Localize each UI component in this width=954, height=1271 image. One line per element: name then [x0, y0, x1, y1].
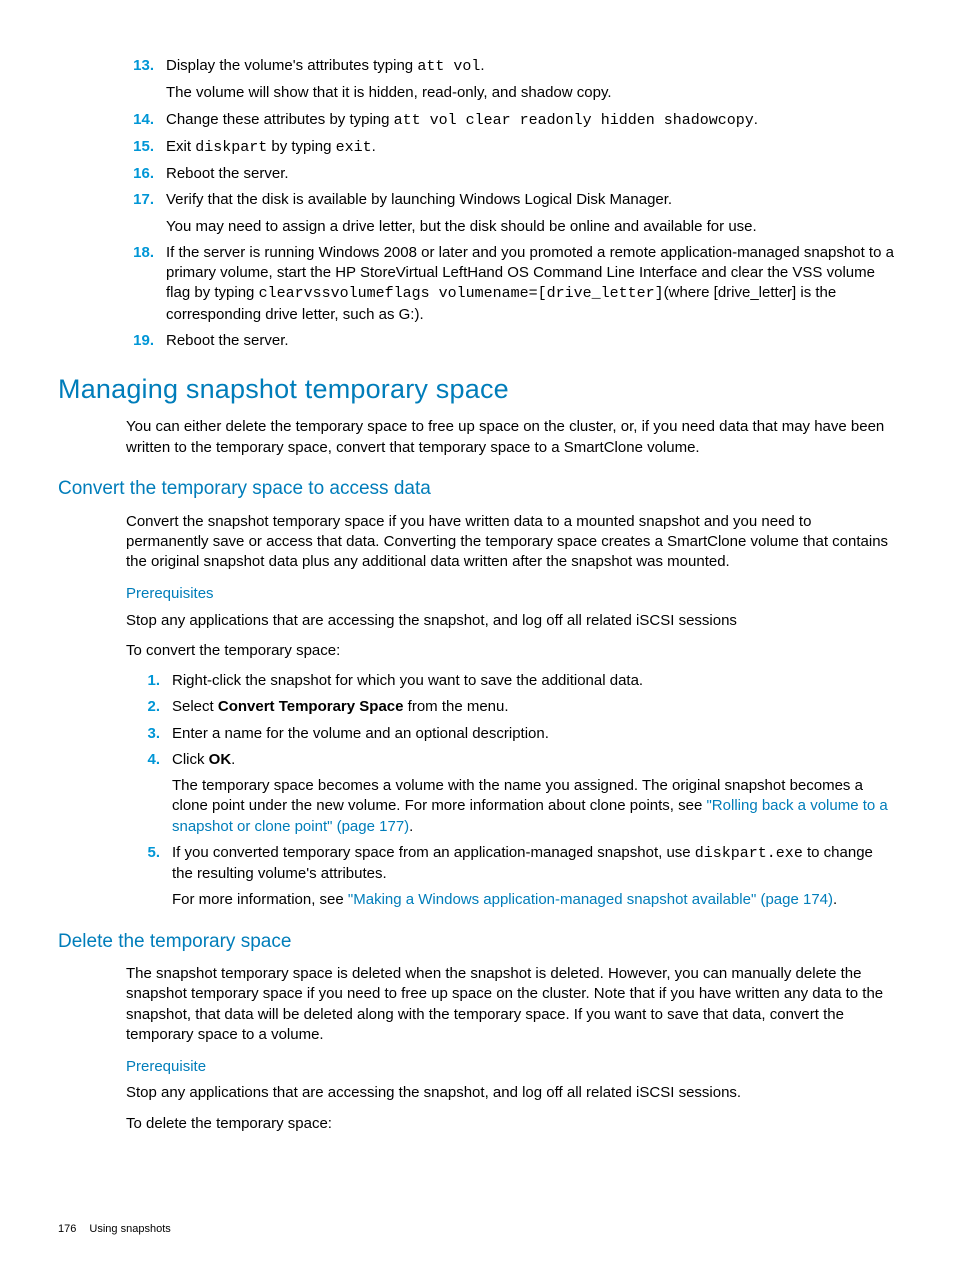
list-text: Verify that the disk is available by lau…: [166, 190, 896, 237]
list-item: 5.If you converted temporary space from …: [126, 843, 896, 911]
page: 13.Display the volume's attributes typin…: [0, 0, 954, 1271]
para-convert: Convert the snapshot temporary space if …: [126, 512, 896, 573]
list-text: Display the volume's attributes typing a…: [166, 56, 896, 104]
footer-chapter: Using snapshots: [89, 1223, 170, 1235]
para-delete: The snapshot temporary space is deleted …: [126, 964, 896, 1045]
list-item: 18.If the server is running Windows 2008…: [126, 243, 896, 325]
list-text: If the server is running Windows 2008 or…: [166, 243, 896, 325]
list-text: Reboot the server.: [166, 164, 896, 184]
heading-delete: Delete the temporary space: [58, 929, 896, 955]
list-number: 18.: [126, 243, 166, 325]
list-number: 2.: [126, 697, 172, 717]
list-number: 1.: [126, 671, 172, 691]
list-item: 14.Change these attributes by typing att…: [126, 110, 896, 131]
heading-prerequisites-1: Prerequisites: [126, 584, 896, 604]
list-item: 19.Reboot the server.: [126, 331, 896, 351]
list-item: 17.Verify that the disk is available by …: [126, 190, 896, 237]
ordered-list-2: 1.Right-click the snapshot for which you…: [58, 671, 896, 911]
list-item: 4.Click OK.The temporary space becomes a…: [126, 750, 896, 837]
ordered-list-1: 13.Display the volume's attributes typin…: [58, 56, 896, 351]
para-prereq1: Stop any applications that are accessing…: [126, 611, 896, 631]
list-number: 4.: [126, 750, 172, 837]
page-footer: 176 Using snapshots: [58, 1222, 171, 1237]
list-text: Change these attributes by typing att vo…: [166, 110, 896, 131]
list-number: 3.: [126, 724, 172, 744]
list-number: 17.: [126, 190, 166, 237]
list-item: 15.Exit diskpart by typing exit.: [126, 137, 896, 158]
heading-managing: Managing snapshot temporary space: [58, 371, 896, 407]
para-todelete: To delete the temporary space:: [126, 1114, 896, 1134]
para-managing: You can either delete the temporary spac…: [126, 417, 896, 458]
list-item: 16.Reboot the server.: [126, 164, 896, 184]
list-text: If you converted temporary space from an…: [172, 843, 896, 911]
list-number: 16.: [126, 164, 166, 184]
list-item: 3.Enter a name for the volume and an opt…: [126, 724, 896, 744]
list-text: Exit diskpart by typing exit.: [166, 137, 896, 158]
list-text: Enter a name for the volume and an optio…: [172, 724, 896, 744]
list-number: 13.: [126, 56, 166, 104]
heading-prerequisite-2: Prerequisite: [126, 1057, 896, 1077]
list-text: Right-click the snapshot for which you w…: [172, 671, 896, 691]
list-number: 19.: [126, 331, 166, 351]
page-number: 176: [58, 1223, 76, 1235]
heading-convert: Convert the temporary space to access da…: [58, 476, 896, 502]
list-number: 15.: [126, 137, 166, 158]
para-prereq2: Stop any applications that are accessing…: [126, 1083, 896, 1103]
list-item: 2.Select Convert Temporary Space from th…: [126, 697, 896, 717]
cross-reference-link[interactable]: "Making a Windows application-managed sn…: [348, 891, 833, 908]
list-item: 1.Right-click the snapshot for which you…: [126, 671, 896, 691]
list-text: Select Convert Temporary Space from the …: [172, 697, 896, 717]
list-text: Click OK.The temporary space becomes a v…: [172, 750, 896, 837]
list-text: Reboot the server.: [166, 331, 896, 351]
list-item: 13.Display the volume's attributes typin…: [126, 56, 896, 104]
list-number: 14.: [126, 110, 166, 131]
para-toconvert: To convert the temporary space:: [126, 641, 896, 661]
list-number: 5.: [126, 843, 172, 911]
